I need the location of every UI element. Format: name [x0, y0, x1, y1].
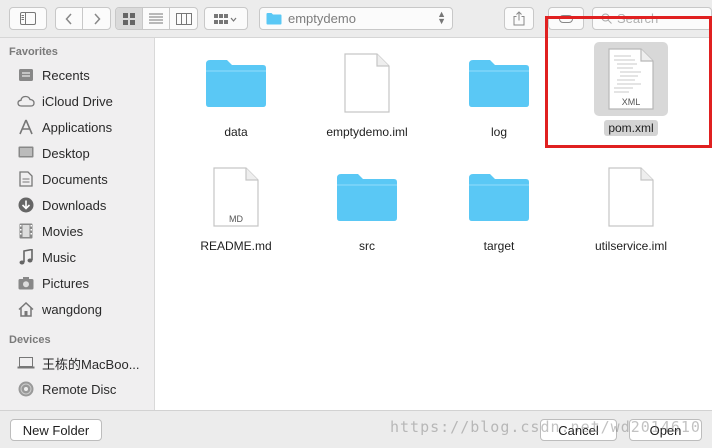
documents-icon	[16, 170, 36, 188]
chevron-updown-icon: ▲ ▼	[437, 9, 446, 26]
xml-badge: XML	[622, 97, 641, 107]
search-field[interactable]: Search	[592, 7, 712, 30]
sidebar-item-label: 王栋的MacBoo...	[42, 356, 140, 372]
music-icon	[16, 248, 36, 266]
forward-button[interactable]	[83, 8, 110, 29]
sidebar-item-label: Remote Disc	[42, 381, 117, 397]
share-icon	[513, 11, 525, 26]
file-name: log	[490, 125, 507, 139]
sidebar-item-label: Music	[42, 249, 76, 265]
search-placeholder: Search	[617, 11, 659, 26]
sidebar-item-recents[interactable]: Recents	[16, 64, 90, 86]
md-badge: MD	[229, 214, 243, 224]
file-name: data	[224, 125, 248, 139]
back-button[interactable]	[56, 8, 83, 29]
icon-view-icon	[123, 12, 135, 25]
folder-icon	[330, 160, 404, 234]
sidebar-item-icloud-drive[interactable]: iCloud Drive	[16, 90, 113, 112]
file-browser: data emptydemo.iml log XML pom.xml MD RE…	[156, 38, 712, 410]
file-item-src[interactable]: src	[302, 160, 432, 254]
search-icon	[601, 13, 612, 24]
desktop-icon	[16, 144, 36, 162]
forward-icon	[93, 12, 101, 25]
sidebar-item-wangdong[interactable]: wangdong	[16, 298, 102, 320]
movies-icon	[16, 222, 36, 240]
cloud-icon	[16, 92, 36, 110]
folder-icon	[266, 13, 282, 25]
laptop-icon	[16, 354, 36, 372]
new-folder-button[interactable]: New Folder	[10, 419, 102, 441]
arrange-icon	[214, 13, 237, 24]
open-button[interactable]: Open	[629, 419, 702, 441]
markdown-document-icon: MD	[199, 160, 273, 234]
column-view-button[interactable]	[170, 8, 197, 29]
sidebar-item-pictures[interactable]: Pictures	[16, 272, 89, 294]
tag-button[interactable]	[548, 7, 584, 30]
icon-view-button[interactable]	[116, 8, 143, 29]
path-label: emptydemo	[288, 11, 356, 26]
favorites-header: Favorites	[9, 46, 58, 58]
disc-icon	[16, 380, 36, 398]
sidebar-item-macbook[interactable]: 王栋的MacBoo...	[16, 352, 140, 374]
sidebar-item-label: Recents	[42, 67, 90, 83]
downloads-icon	[16, 196, 36, 214]
file-item-log[interactable]: log	[434, 46, 564, 140]
list-view-button[interactable]	[143, 8, 170, 29]
sidebar-item-label: iCloud Drive	[42, 93, 113, 109]
file-item-emptydemo-iml[interactable]: emptydemo.iml	[302, 46, 432, 140]
file-item-target[interactable]: target	[434, 160, 564, 254]
devices-header: Devices	[9, 334, 51, 346]
sidebar-item-movies[interactable]: Movies	[16, 220, 83, 242]
sidebar-item-remote-disc[interactable]: Remote Disc	[16, 378, 116, 400]
applications-icon	[16, 118, 36, 136]
file-item-utilservice-iml[interactable]: utilservice.iml	[566, 160, 696, 254]
sidebar-item-documents[interactable]: Documents	[16, 168, 108, 190]
sidebar-toggle-button[interactable]	[9, 7, 47, 30]
sidebar-item-label: Desktop	[42, 145, 90, 161]
cancel-button[interactable]: Cancel	[540, 419, 617, 441]
file-name: src	[359, 239, 375, 253]
sidebar-toggle-icon	[20, 12, 36, 25]
sidebar-item-label: Applications	[42, 119, 113, 135]
file-name: utilservice.iml	[594, 239, 667, 253]
folder-icon	[462, 160, 536, 234]
document-icon	[594, 160, 668, 234]
tag-icon	[559, 14, 573, 23]
toolbar: emptydemo ▲ ▼ Search	[0, 0, 712, 38]
sidebar-item-label: Movies	[42, 223, 84, 239]
file-item-pom-xml[interactable]: XML pom.xml	[566, 42, 696, 136]
folder-icon	[462, 46, 536, 120]
sidebar-item-label: wangdong	[42, 301, 102, 317]
view-mode-group	[115, 7, 198, 30]
file-item-readme-md[interactable]: MD README.md	[171, 160, 301, 254]
back-icon	[65, 12, 72, 25]
path-popup[interactable]: emptydemo ▲ ▼	[259, 7, 453, 30]
home-icon	[16, 300, 36, 318]
xml-document-icon: XML	[594, 42, 668, 116]
sidebar-item-downloads[interactable]: Downloads	[16, 194, 106, 216]
folder-icon	[199, 46, 273, 120]
file-name: emptydemo.iml	[326, 125, 408, 139]
sidebar-item-applications[interactable]: Applications	[16, 116, 112, 138]
sidebar-item-music[interactable]: Music	[16, 246, 76, 268]
file-name: target	[483, 239, 515, 253]
arrange-button[interactable]	[204, 7, 248, 30]
list-view-icon	[149, 13, 163, 24]
sidebar-item-desktop[interactable]: Desktop	[16, 142, 90, 164]
bottom-bar: New Folder Cancel Open	[0, 410, 712, 448]
sidebar-item-label: Downloads	[42, 197, 107, 213]
column-view-icon	[175, 12, 192, 25]
file-name: pom.xml	[604, 120, 658, 136]
back-forward-group	[55, 7, 111, 30]
sidebar-item-label: Documents	[42, 171, 108, 187]
sidebar: Favorites Recents iCloud Drive Applicati…	[0, 38, 155, 410]
file-item-data[interactable]: data	[171, 46, 301, 140]
camera-icon	[16, 274, 36, 292]
sidebar-item-label: Pictures	[42, 275, 89, 291]
document-icon	[330, 46, 404, 120]
recents-icon	[16, 66, 36, 84]
share-button[interactable]	[504, 7, 534, 30]
file-name: README.md	[200, 239, 272, 253]
